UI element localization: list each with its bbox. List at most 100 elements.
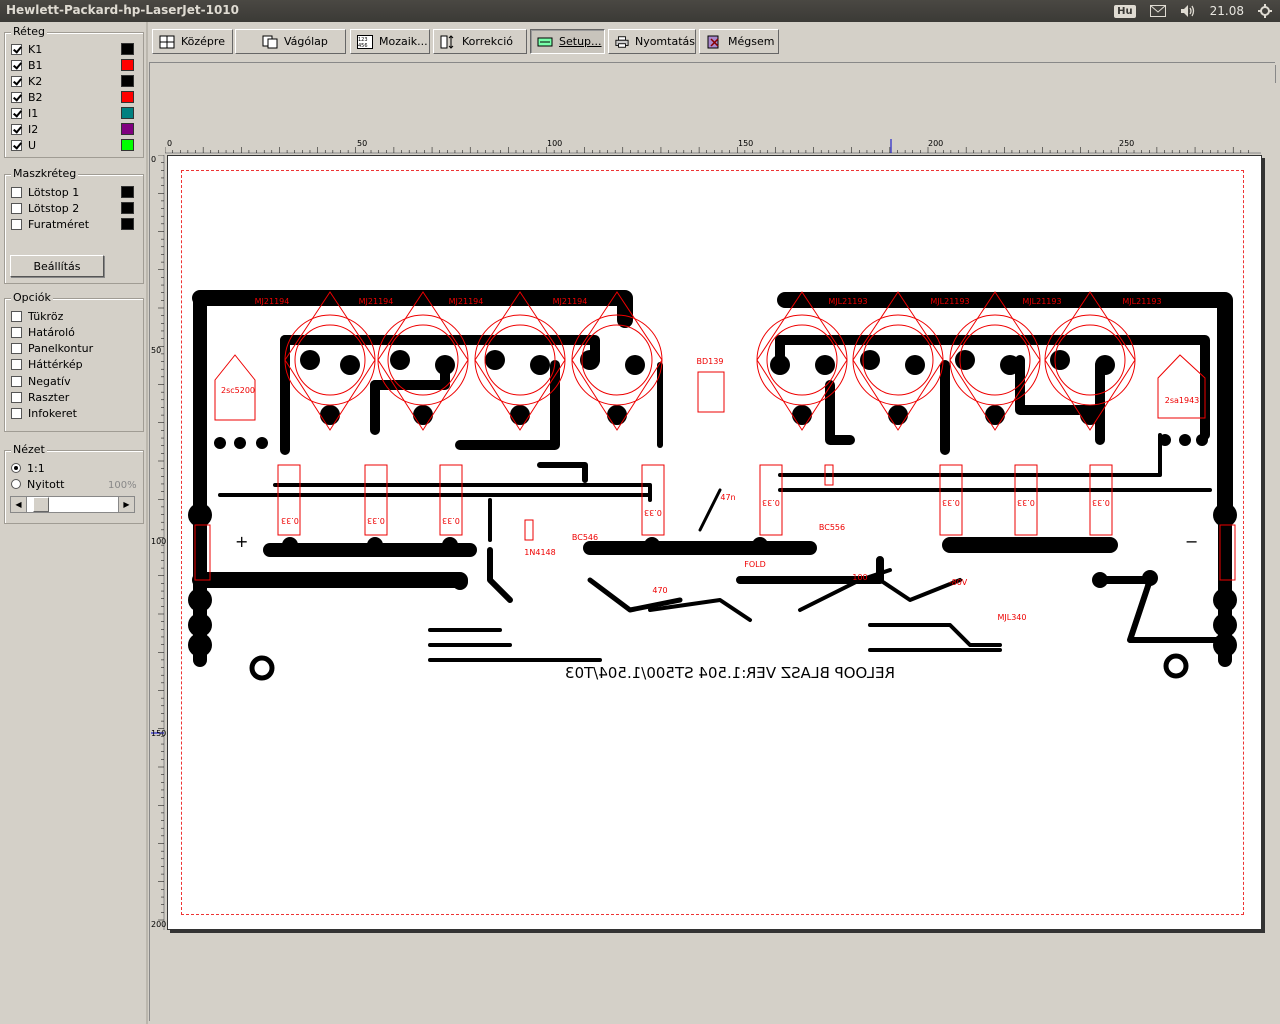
view-option-open[interactable]: Nyitott bbox=[11, 476, 64, 492]
layers-color-swatch-0[interactable] bbox=[121, 43, 134, 55]
layers-row-4[interactable]: I1 bbox=[11, 105, 38, 121]
keyboard-layout-indicator[interactable]: Hu bbox=[1114, 4, 1136, 18]
mail-icon[interactable] bbox=[1149, 5, 1166, 17]
layers-checkbox-4[interactable] bbox=[11, 107, 22, 119]
options-checkbox-3[interactable] bbox=[11, 359, 22, 371]
small-label-1n4148: 1N4148 bbox=[524, 548, 555, 557]
volume-icon[interactable] bbox=[1180, 4, 1196, 18]
correction-icon bbox=[440, 34, 454, 49]
radio-open[interactable] bbox=[11, 479, 21, 489]
mask-checkbox-0[interactable] bbox=[11, 186, 22, 198]
zoom-slider[interactable]: ◀ ▶ bbox=[10, 496, 135, 513]
layers-checkbox-2[interactable] bbox=[11, 75, 22, 87]
mask-row-1[interactable]: Lötstop 2 bbox=[11, 200, 79, 216]
options-row-6[interactable]: Infokeret bbox=[11, 406, 77, 422]
mosaic-button[interactable]: 123 456 Mozaik... bbox=[350, 29, 430, 54]
layers-checkbox-5[interactable] bbox=[11, 123, 22, 135]
layers-checkbox-3[interactable] bbox=[11, 91, 22, 103]
setup-button[interactable]: Setup... bbox=[530, 29, 605, 54]
options-label-5: Raszter bbox=[28, 391, 70, 404]
print-button[interactable]: Nyomtatás bbox=[608, 29, 696, 54]
slider-thumb[interactable] bbox=[33, 497, 49, 512]
settings-button[interactable]: Beállítás bbox=[10, 255, 104, 277]
layers-row-0[interactable]: K1 bbox=[11, 41, 42, 57]
system-tray: Hu 21.08 bbox=[1114, 0, 1280, 22]
correction-button[interactable]: Korrekció bbox=[433, 29, 527, 54]
transistor-label-right-1: MJL21193 bbox=[828, 297, 867, 306]
options-row-1[interactable]: Határoló bbox=[11, 324, 75, 340]
slider-left-arrow[interactable]: ◀ bbox=[11, 497, 27, 512]
resistor-label-7: 0.33 bbox=[1017, 498, 1035, 507]
correction-button-label: Korrekció bbox=[462, 35, 513, 48]
view-option-1to1[interactable]: 1:1 bbox=[11, 460, 45, 476]
options-label-0: Tükröz bbox=[28, 309, 64, 323]
svg-text:456: 456 bbox=[358, 43, 368, 49]
layers-checkbox-6[interactable] bbox=[11, 139, 22, 151]
settings-gear-icon[interactable] bbox=[1258, 4, 1272, 18]
layers-color-swatch-2[interactable] bbox=[121, 75, 134, 87]
options-checkbox-0[interactable] bbox=[11, 310, 22, 322]
layers-checkbox-1[interactable] bbox=[11, 59, 22, 71]
window-title: Hewlett-Packard-hp-LaserJet-1010 bbox=[6, 3, 239, 17]
mask-checkbox-1[interactable] bbox=[11, 202, 22, 214]
small-label-mjl340: MJL340 bbox=[998, 613, 1027, 622]
h-ruler-label-150: 150 bbox=[738, 139, 754, 148]
window-title-bar: Hewlett-Packard-hp-LaserJet-1010 Hu 21.0… bbox=[0, 0, 1280, 22]
layers-row-2[interactable]: K2 bbox=[11, 73, 42, 89]
options-checkbox-5[interactable] bbox=[11, 392, 22, 403]
clipboard-icon bbox=[262, 35, 278, 48]
options-row-2[interactable]: Panelkontur bbox=[11, 341, 93, 357]
mask-label-2: Furatméret bbox=[28, 217, 90, 231]
small-label-fold: FOLD bbox=[744, 560, 766, 569]
mask-color-swatch-0[interactable] bbox=[121, 186, 134, 198]
setup-icon bbox=[537, 37, 553, 46]
options-row-5[interactable]: Raszter bbox=[11, 390, 69, 406]
layers-row-1[interactable]: B1 bbox=[11, 57, 43, 73]
options-checkbox-1[interactable] bbox=[11, 326, 22, 338]
resistor-label-2: 0.33 bbox=[367, 516, 385, 525]
plus-terminal-label: + bbox=[235, 532, 248, 551]
slider-right-arrow[interactable]: ▶ bbox=[118, 497, 134, 512]
layers-row-3[interactable]: B2 bbox=[11, 89, 43, 105]
options-row-3[interactable]: Háttérkép bbox=[11, 357, 83, 373]
options-row-0[interactable]: Tükröz bbox=[11, 308, 63, 324]
clock[interactable]: 21.08 bbox=[1210, 4, 1244, 18]
mask-color-swatch-2[interactable] bbox=[121, 218, 134, 230]
layers-checkbox-0[interactable] bbox=[11, 43, 22, 55]
options-checkbox-6[interactable] bbox=[11, 408, 22, 420]
small-label-470: 470 bbox=[652, 586, 667, 595]
driver-label-left: 2sc5200 bbox=[221, 386, 255, 395]
layers-color-swatch-3[interactable] bbox=[121, 91, 134, 103]
layers-color-swatch-5[interactable] bbox=[121, 123, 134, 135]
radio-1to1[interactable] bbox=[11, 463, 21, 473]
cancel-button-label: Mégsem bbox=[728, 35, 775, 48]
layers-label-1: B1 bbox=[28, 58, 43, 72]
center-button[interactable]: Középre bbox=[152, 29, 233, 54]
layers-color-swatch-4[interactable] bbox=[121, 107, 134, 119]
transistor-label-right-3: MJL21193 bbox=[1022, 297, 1061, 306]
options-checkbox-4[interactable] bbox=[11, 375, 22, 387]
options-label-4: Negatív bbox=[28, 374, 71, 388]
h-ruler-label-200: 200 bbox=[928, 139, 944, 148]
options-group-title: Opciók bbox=[11, 291, 53, 304]
transistor-label-left-4: MJ21194 bbox=[553, 297, 588, 306]
view-option-open-label: Nyitott bbox=[27, 477, 65, 491]
mask-color-swatch-1[interactable] bbox=[121, 202, 134, 214]
zoom-level: 100% bbox=[108, 480, 137, 491]
mask-row-2[interactable]: Furatméret bbox=[11, 216, 89, 232]
layers-row-5[interactable]: I2 bbox=[11, 121, 38, 137]
mask-label-0: Lötstop 1 bbox=[28, 185, 80, 199]
resistor-label-6: 0.33 bbox=[942, 498, 960, 507]
layers-color-swatch-6[interactable] bbox=[121, 139, 134, 151]
layers-row-6[interactable]: U bbox=[11, 137, 36, 153]
options-row-4[interactable]: Negatív bbox=[11, 373, 71, 389]
clipboard-button[interactable]: Vágólap bbox=[235, 29, 346, 54]
center-icon bbox=[159, 35, 175, 48]
layers-color-swatch-1[interactable] bbox=[121, 59, 134, 71]
small-label-100: 100 bbox=[852, 573, 867, 582]
mask-checkbox-2[interactable] bbox=[11, 218, 22, 230]
mask-row-0[interactable]: Lötstop 1 bbox=[11, 184, 79, 200]
pcb-pads bbox=[188, 350, 1237, 681]
options-checkbox-2[interactable] bbox=[11, 343, 22, 355]
cancel-button[interactable]: Mégsem bbox=[699, 29, 779, 54]
